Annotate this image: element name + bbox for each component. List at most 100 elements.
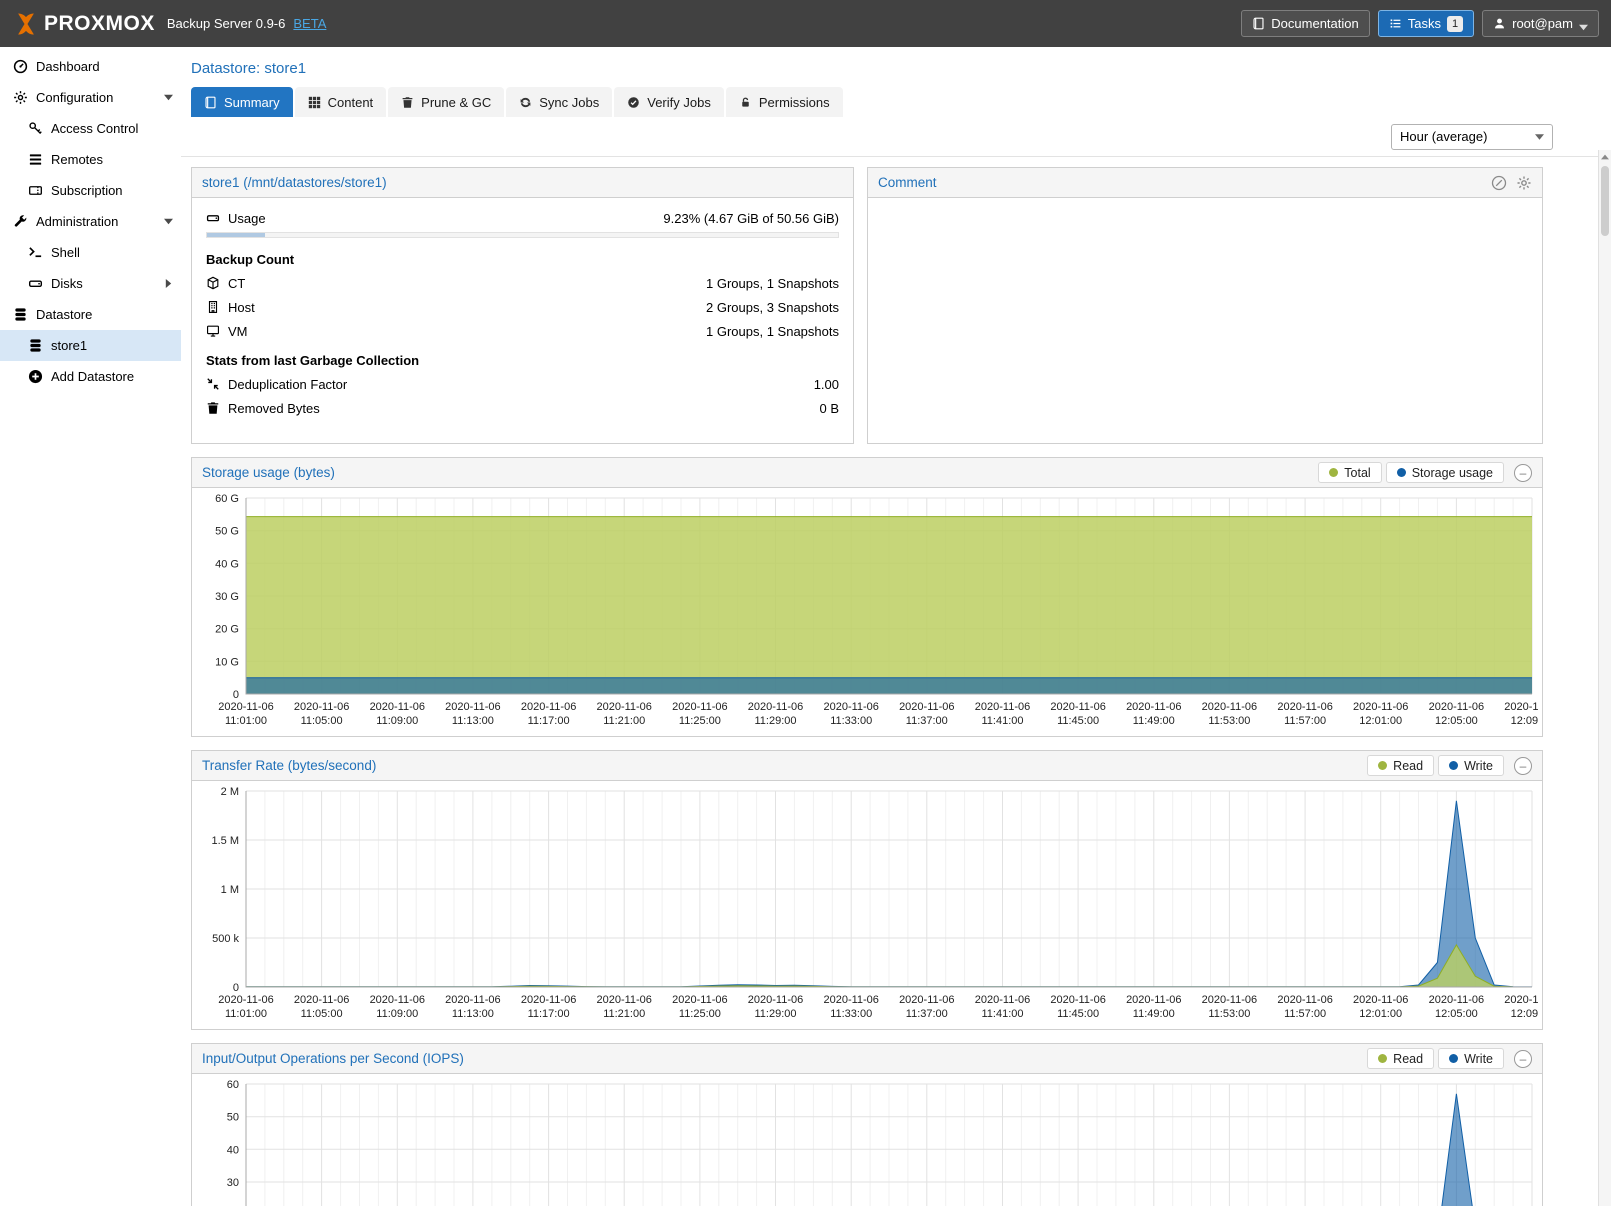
- sidebar-item-remotes[interactable]: Remotes: [0, 144, 181, 175]
- storage-usage-chart-title: Storage usage (bytes): [202, 465, 335, 480]
- tab-summary[interactable]: Summary: [191, 87, 293, 117]
- svg-text:11:37:00: 11:37:00: [906, 1008, 948, 1020]
- transfer-rate-chart-panel: Transfer Rate (bytes/second) Read Write …: [191, 750, 1543, 1030]
- svg-text:2020-11-06: 2020-11-06: [596, 701, 651, 713]
- svg-text:2020-11-06: 2020-11-06: [596, 994, 651, 1006]
- terminal-icon: [28, 245, 43, 260]
- legend-item-read[interactable]: Read: [1367, 755, 1434, 776]
- top-bar: PROXMOX Backup Server 0.9-6 BETA Documen…: [0, 0, 1611, 47]
- svg-text:11:05:00: 11:05:00: [301, 715, 343, 727]
- timeframe-select[interactable]: Hour (average): [1391, 124, 1553, 150]
- tab-content[interactable]: Content: [295, 87, 387, 117]
- chevron-down-icon: [1535, 134, 1544, 140]
- sync-icon: [519, 96, 532, 109]
- sidebar-item-label: Disks: [51, 276, 83, 291]
- main-content: Datastore: store1 Summary Content Prune …: [181, 47, 1611, 1206]
- user-menu-button[interactable]: root@pam: [1482, 10, 1599, 37]
- svg-text:11:49:00: 11:49:00: [1133, 715, 1175, 727]
- edit-icon[interactable]: [1491, 175, 1507, 191]
- sidebar-item-shell[interactable]: Shell: [0, 237, 181, 268]
- scrollbar-up-arrow[interactable]: [1599, 150, 1611, 164]
- dedup-row: Deduplication Factor 1.00: [206, 372, 839, 396]
- svg-text:2020-11-06: 2020-11-06: [370, 994, 425, 1006]
- sidebar-item-subscription[interactable]: Subscription: [0, 175, 181, 206]
- sidebar-item-access-control[interactable]: Access Control: [0, 113, 181, 144]
- svg-text:2020-11-06: 2020-11-06: [218, 994, 273, 1006]
- svg-text:11:09:00: 11:09:00: [376, 1008, 418, 1020]
- svg-text:2020-11-06: 2020-11-06: [1277, 701, 1332, 713]
- svg-text:2020-11-06: 2020-11-06: [672, 994, 727, 1006]
- usage-value: 9.23% (4.67 GiB of 50.56 GiB): [663, 211, 839, 226]
- sidebar-item-label: Administration: [36, 214, 118, 229]
- svg-text:11:37:00: 11:37:00: [906, 715, 948, 727]
- sidebar-item-administration[interactable]: Administration: [0, 206, 181, 237]
- legend-item-total[interactable]: Total: [1318, 462, 1381, 483]
- sidebar-item-label: Datastore: [36, 307, 92, 322]
- store1-summary-panel: store1 (/mnt/datastores/store1) Usage 9.…: [191, 167, 854, 444]
- comment-panel-title: Comment: [878, 175, 937, 190]
- tab-sync-jobs[interactable]: Sync Jobs: [506, 87, 612, 117]
- tasks-button[interactable]: Tasks 1: [1378, 10, 1474, 37]
- dedup-label: Deduplication Factor: [228, 377, 347, 392]
- storage-usage-chart-header: Storage usage (bytes) Total Storage usag…: [192, 458, 1542, 488]
- expand-caret-icon[interactable]: [164, 279, 173, 288]
- sidebar-item-label: Subscription: [51, 183, 123, 198]
- trash-icon: [401, 96, 414, 109]
- svg-text:11:29:00: 11:29:00: [754, 715, 796, 727]
- toolbar: Hour (average): [181, 117, 1611, 157]
- svg-text:2020-11-06: 2020-11-06: [975, 994, 1030, 1006]
- collapse-caret-icon[interactable]: [164, 93, 173, 102]
- usage-progress-fill: [207, 233, 265, 237]
- dashboard-icon: [13, 59, 28, 74]
- gear-icon[interactable]: [1516, 175, 1532, 191]
- comment-panel-header: Comment: [868, 168, 1542, 198]
- database-icon: [13, 307, 28, 322]
- tab-verify-jobs[interactable]: Verify Jobs: [614, 87, 724, 117]
- svg-text:11:33:00: 11:33:00: [830, 715, 872, 727]
- sidebar-item-dashboard[interactable]: Dashboard: [0, 51, 181, 82]
- iops-chart-header: Input/Output Operations per Second (IOPS…: [192, 1044, 1542, 1074]
- svg-text:40 G: 40 G: [215, 558, 239, 570]
- vertical-scrollbar: [1598, 150, 1611, 1206]
- svg-text:2020-11-06: 2020-11-06: [294, 701, 349, 713]
- svg-text:11:45:00: 11:45:00: [1057, 715, 1099, 727]
- dedup-value: 1.00: [814, 377, 839, 392]
- legend-item-read[interactable]: Read: [1367, 1048, 1434, 1069]
- svg-text:11:45:00: 11:45:00: [1057, 1008, 1099, 1020]
- legend-item-storage-usage[interactable]: Storage usage: [1386, 462, 1504, 483]
- sidebar-item-disks[interactable]: Disks: [0, 268, 181, 299]
- collapse-caret-icon[interactable]: [164, 217, 173, 226]
- collapse-panel-button[interactable]: –: [1514, 464, 1532, 482]
- legend-item-write[interactable]: Write: [1438, 1048, 1504, 1069]
- user-icon: [1493, 17, 1506, 30]
- collapse-panel-button[interactable]: –: [1514, 1050, 1532, 1068]
- sidebar-item-configuration[interactable]: Configuration: [0, 82, 181, 113]
- book-icon: [204, 96, 217, 109]
- collapse-panel-button[interactable]: –: [1514, 757, 1532, 775]
- svg-text:2020-11-06: 2020-11-06: [823, 701, 878, 713]
- svg-text:2020-11-06: 2020-11-06: [294, 994, 349, 1006]
- svg-text:2020-11-06: 2020-11-06: [1050, 701, 1105, 713]
- ct-label: CT: [228, 276, 245, 291]
- scrollbar-thumb[interactable]: [1601, 166, 1609, 236]
- beta-link[interactable]: BETA: [293, 16, 326, 31]
- legend-item-write[interactable]: Write: [1438, 755, 1504, 776]
- tab-prune-gc[interactable]: Prune & GC: [388, 87, 504, 117]
- svg-text:2020-11-06: 2020-11-06: [1504, 994, 1538, 1006]
- ct-value: 1 Groups, 1 Snapshots: [706, 276, 839, 291]
- svg-text:0: 0: [233, 982, 239, 994]
- sidebar-item-store1[interactable]: store1: [0, 330, 181, 361]
- iops-chart-title: Input/Output Operations per Second (IOPS…: [202, 1051, 464, 1066]
- sidebar-item-label: Dashboard: [36, 59, 100, 74]
- brand-text: PROXMOX: [44, 12, 155, 36]
- sidebar-item-datastore[interactable]: Datastore: [0, 299, 181, 330]
- tab-permissions[interactable]: Permissions: [726, 87, 843, 117]
- transfer-rate-chart-header: Transfer Rate (bytes/second) Read Write …: [192, 751, 1542, 781]
- documentation-button[interactable]: Documentation: [1241, 10, 1369, 37]
- vm-label: VM: [228, 324, 248, 339]
- svg-text:2020-11-06: 2020-11-06: [445, 701, 500, 713]
- svg-text:11:17:00: 11:17:00: [528, 1008, 570, 1020]
- comment-panel-body[interactable]: [868, 198, 1542, 444]
- store1-panel-body: Usage 9.23% (4.67 GiB of 50.56 GiB) Back…: [192, 198, 853, 428]
- sidebar-item-add-datastore[interactable]: Add Datastore: [0, 361, 181, 392]
